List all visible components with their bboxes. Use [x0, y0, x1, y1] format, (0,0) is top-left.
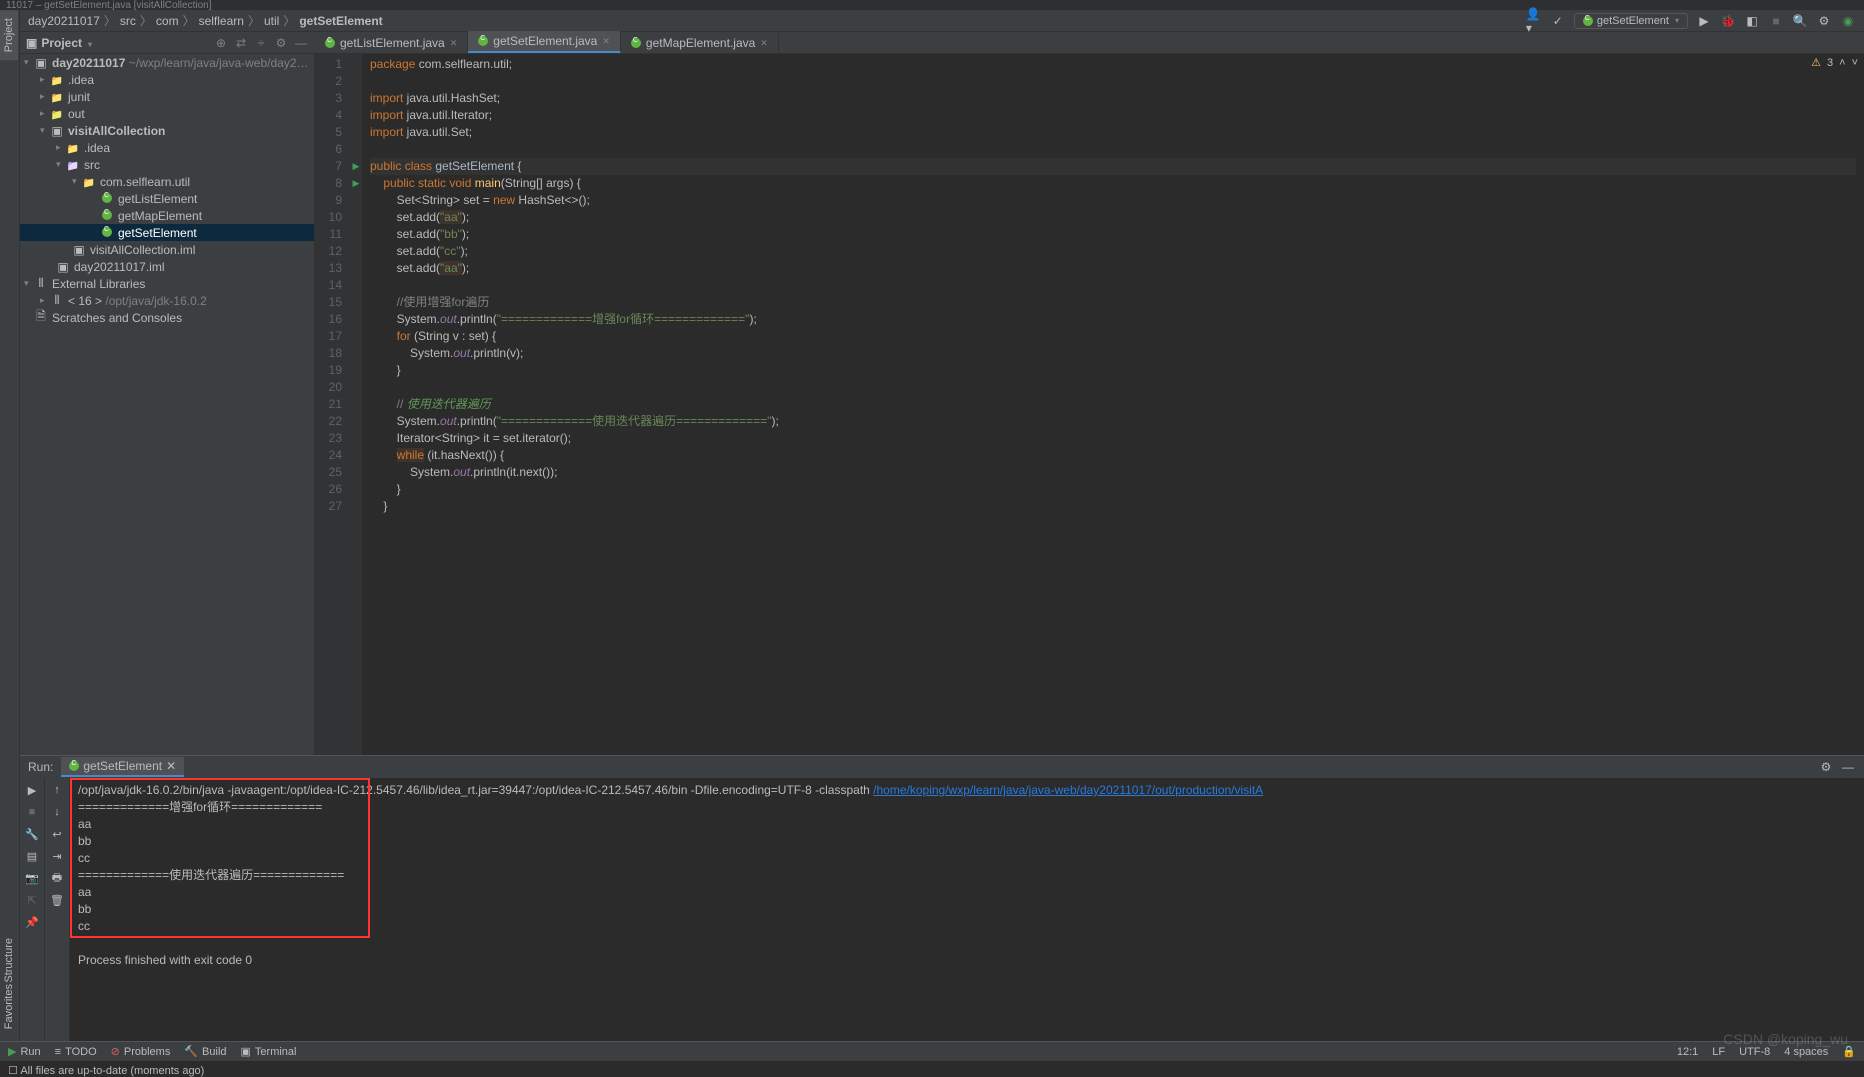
run-toolbar-left: ▶ ■ 🔧 ▤ 📷 ⇱ 📌	[20, 778, 45, 1041]
favorites-toolwindow-tab[interactable]: Favorites	[0, 976, 18, 1037]
user-icon[interactable]: 👤▾	[1526, 13, 1542, 29]
close-icon[interactable]: ✕	[760, 38, 768, 49]
todo-button[interactable]: ≡ TODO	[55, 1046, 97, 1058]
project-icon: ▣	[26, 36, 37, 50]
hide-icon[interactable]: —	[1840, 759, 1856, 775]
expand-icon[interactable]: ⇄	[233, 35, 249, 51]
build-icon[interactable]: ✓	[1550, 13, 1566, 29]
stop-icon[interactable]: ■	[24, 804, 40, 820]
class-icon	[325, 38, 335, 48]
pin-icon[interactable]: 📌	[24, 914, 40, 930]
breadcrumb-item[interactable]: getSetElement	[299, 14, 382, 28]
tree-file[interactable]: ▣visitAllCollection.iml	[20, 241, 314, 258]
build-button[interactable]: 🔨 Build	[184, 1045, 226, 1058]
tree-class-selected[interactable]: getSetElement	[20, 224, 314, 241]
run-toolbar-right: ↑ ↓ ↩ ⇥ 🖶 🗑	[45, 778, 70, 1041]
project-tool-header: ▣Project ⊕ ⇄ ÷ ⚙ —	[20, 32, 315, 54]
breadcrumb-item[interactable]: util	[264, 14, 279, 28]
tree-folder[interactable]: ▸junit	[20, 88, 314, 105]
caret-position[interactable]: 12:1	[1677, 1046, 1698, 1058]
settings-icon[interactable]: ⚙	[1816, 13, 1832, 29]
tree-class[interactable]: getListElement	[20, 190, 314, 207]
inspector-widget[interactable]: ⚠3 ˄ ˅	[1811, 56, 1858, 69]
editor-tab[interactable]: getListElement.java✕	[315, 33, 468, 53]
breadcrumb-item[interactable]: com	[156, 14, 179, 28]
chevron-down-icon[interactable]: ˅	[1852, 57, 1858, 69]
annotation-red-box	[70, 778, 370, 938]
code-area[interactable]: package com.selflearn.util;import java.u…	[362, 54, 1864, 755]
run-button[interactable]: ▶Run	[8, 1045, 41, 1058]
debug-icon[interactable]: 🐞	[1720, 13, 1736, 29]
watermark: CSDN @koping_wu	[1723, 1031, 1848, 1047]
class-icon	[631, 38, 641, 48]
tree-module[interactable]: ▾▣visitAllCollection	[20, 122, 314, 139]
tree-folder[interactable]: ▸out	[20, 105, 314, 122]
softwrap-icon[interactable]: ↩	[49, 826, 65, 842]
chevron-up-icon[interactable]: ˄	[1839, 57, 1845, 69]
stop-icon[interactable]: ■	[1768, 13, 1784, 29]
settings-icon[interactable]: ⚙	[273, 35, 289, 51]
tree-package[interactable]: ▾com.selflearn.util	[20, 173, 314, 190]
warning-icon: ⚠	[1811, 56, 1821, 69]
line-numbers: 1234567891011121314151617181920212223242…	[315, 54, 350, 755]
run-tool-window: Run: getSetElement✕ ⚙ — ▶ ■ 🔧 ▤ 📷 ⇱ 📌 ↑ …	[20, 755, 1864, 1041]
run-config-selector[interactable]: getSetElement	[1574, 13, 1688, 29]
status-bar: ▶Run ≡ TODO ⊘ Problems 🔨 Build ▣ Termina…	[0, 1041, 1864, 1061]
breadcrumb-item[interactable]: src	[120, 14, 136, 28]
editor-tab[interactable]: getMapElement.java✕	[621, 33, 779, 53]
search-everywhere-icon[interactable]: 🔍	[1792, 13, 1808, 29]
project-root[interactable]: ▾▣day20211017 ~/wxp/learn/java/java-web/…	[20, 54, 314, 71]
project-toolwindow-tab[interactable]: Project	[0, 10, 18, 60]
tree-folder[interactable]: ▸.idea	[20, 71, 314, 88]
jdk-node[interactable]: ▸⫴< 16 > /opt/java/jdk-16.0.2	[20, 292, 314, 309]
terminal-button[interactable]: ▣ Terminal	[241, 1045, 297, 1058]
class-icon	[478, 36, 488, 46]
collapse-icon[interactable]: ÷	[253, 35, 269, 51]
editor-tab-active[interactable]: getSetElement.java✕	[468, 31, 621, 53]
tree-folder[interactable]: ▸.idea	[20, 139, 314, 156]
editor-tabs: getListElement.java✕ getSetElement.java✕…	[315, 32, 1864, 54]
wrench-icon[interactable]: 🔧	[24, 826, 40, 842]
layout-icon[interactable]: ▤	[24, 848, 40, 864]
locate-icon[interactable]: ⊕	[213, 35, 229, 51]
scroll-end-icon[interactable]: ⇥	[49, 848, 65, 864]
tree-folder-src[interactable]: ▾src	[20, 156, 314, 173]
coverage-icon[interactable]: ◧	[1744, 13, 1760, 29]
line-ending[interactable]: LF	[1712, 1046, 1725, 1058]
project-tree[interactable]: ▾▣day20211017 ~/wxp/learn/java/java-web/…	[20, 54, 315, 755]
run-icon[interactable]: ▶	[1696, 13, 1712, 29]
status-message: ☐ All files are up-to-date (moments ago)	[8, 1064, 204, 1077]
settings-icon[interactable]: ⚙	[1818, 759, 1834, 775]
run-tab[interactable]: getSetElement✕	[61, 757, 184, 777]
left-toolwindow-bar: Project Structure Favorites	[0, 10, 20, 1041]
breadcrumb: day20211017〉 src〉 com〉 selflearn〉 util〉 …	[20, 10, 1864, 32]
breadcrumb-item[interactable]: day20211017	[28, 14, 100, 28]
close-icon[interactable]: ✕	[602, 36, 610, 47]
print-icon[interactable]: 🖶	[49, 870, 65, 886]
rerun-icon[interactable]: ▶	[24, 782, 40, 798]
ide-status-icon[interactable]: ◉	[1840, 13, 1856, 29]
run-header: Run: getSetElement✕ ⚙ —	[20, 756, 1864, 778]
up-icon[interactable]: ↑	[49, 782, 65, 798]
window-title-remnant: 11017 – getSetElement.java [visitAllColl…	[0, 0, 1864, 10]
camera-icon[interactable]: 📷	[24, 870, 40, 886]
hide-icon[interactable]: —	[293, 35, 309, 51]
tree-class[interactable]: getMapElement	[20, 207, 314, 224]
problems-button[interactable]: ⊘ Problems	[111, 1045, 171, 1058]
external-libraries[interactable]: ▾⫴External Libraries	[20, 275, 314, 292]
breadcrumb-item[interactable]: selflearn	[199, 14, 244, 28]
close-icon[interactable]: ✕	[450, 38, 458, 49]
run-label: Run:	[28, 760, 53, 774]
indent[interactable]: 4 spaces	[1784, 1046, 1828, 1058]
gutter-marks[interactable]: ▶▶	[350, 54, 362, 755]
down-icon[interactable]: ↓	[49, 804, 65, 820]
clear-icon[interactable]: 🗑	[49, 892, 65, 908]
scratches[interactable]: 🗎Scratches and Consoles	[20, 309, 314, 326]
export-icon[interactable]: ⇱	[24, 892, 40, 908]
encoding[interactable]: UTF-8	[1739, 1046, 1770, 1058]
editor[interactable]: 1234567891011121314151617181920212223242…	[315, 54, 1864, 755]
tree-file[interactable]: ▣day20211017.iml	[20, 258, 314, 275]
